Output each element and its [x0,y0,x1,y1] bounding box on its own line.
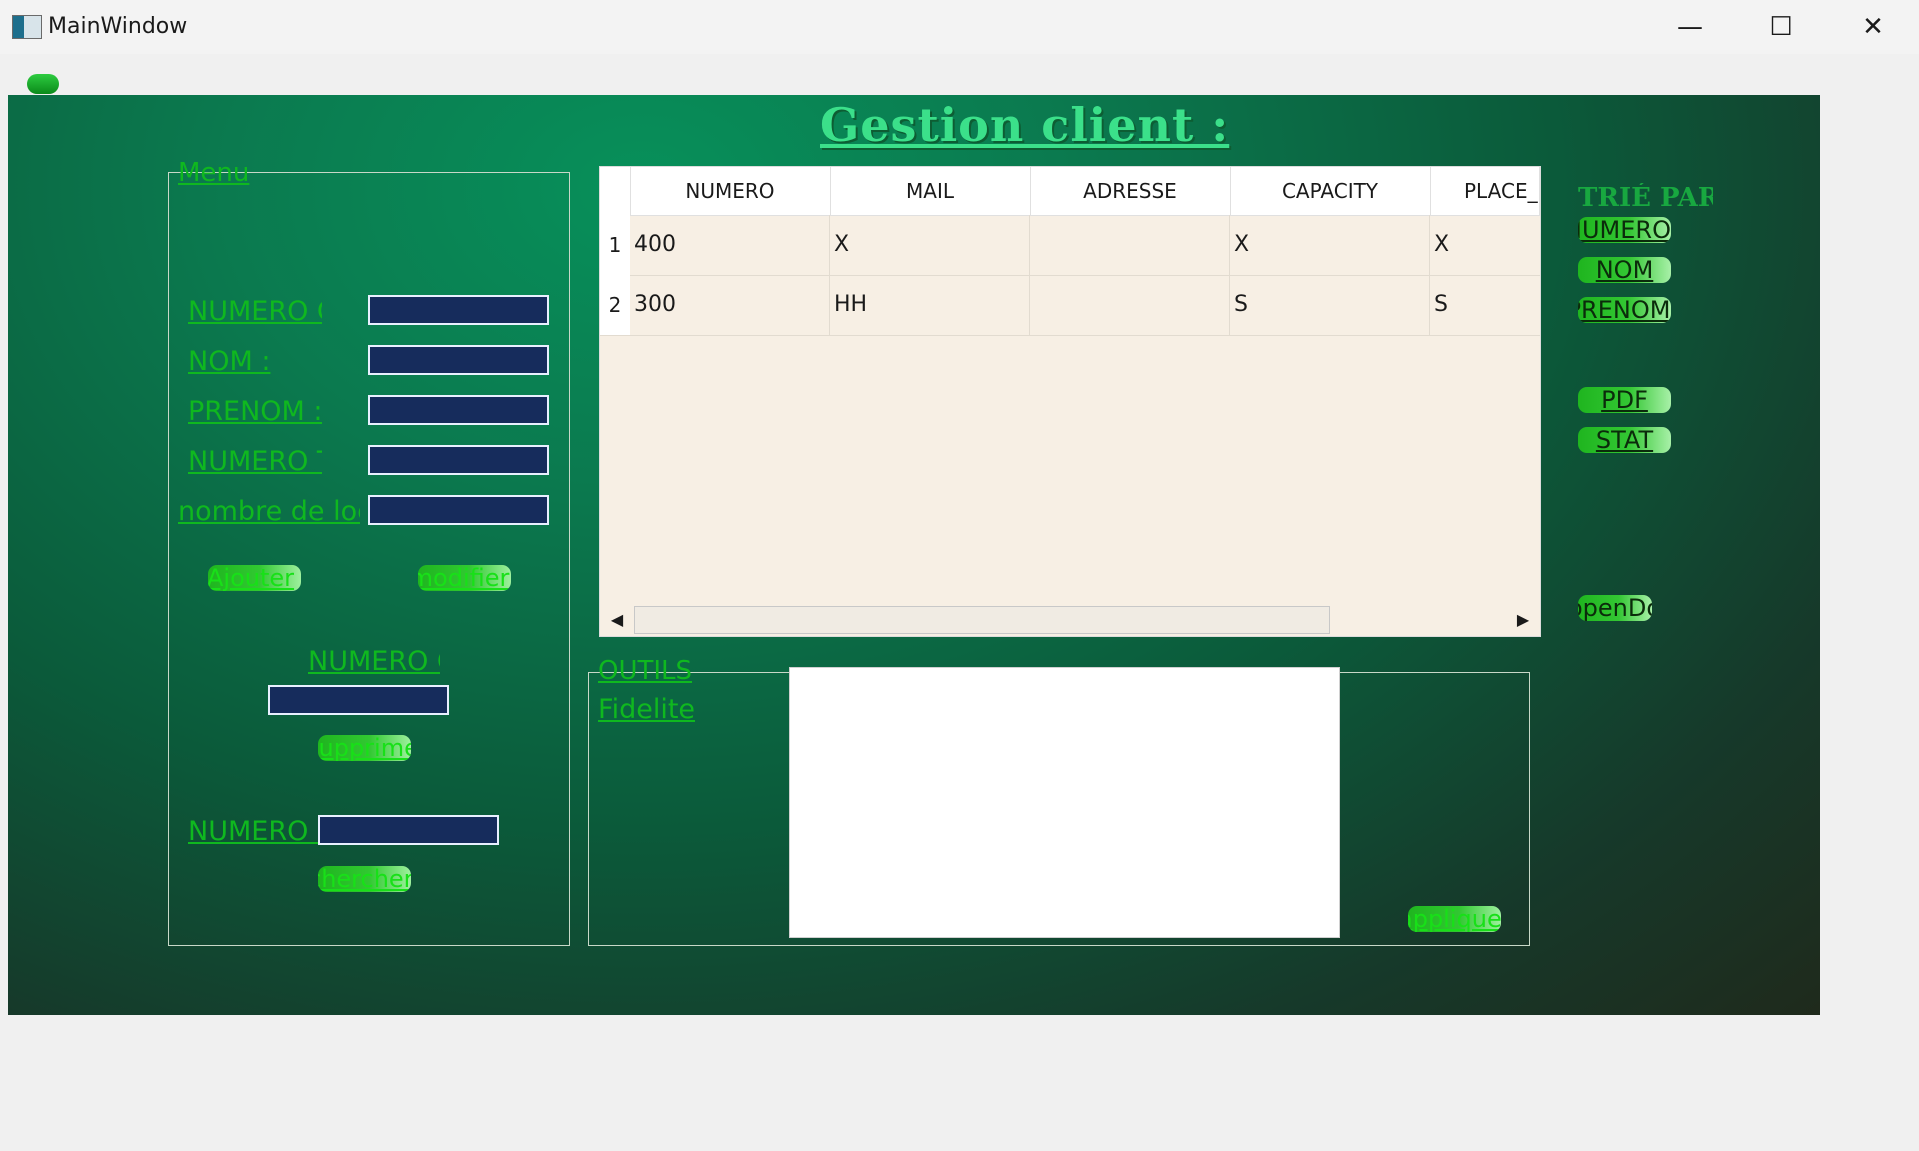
row-header[interactable]: 2 [600,275,630,335]
stat-button[interactable]: STAT [1578,427,1671,453]
ajouter-button[interactable]: Ajouter [208,565,301,591]
table-cell[interactable]: S [1230,275,1430,335]
table-cell[interactable] [1030,275,1230,335]
numero-client-input[interactable] [368,295,549,325]
table-cell[interactable]: 300 [630,275,830,335]
window-titlebar: MainWindow — ☐ ✕ [0,0,1919,54]
sort-title: TRIÉ PAR [1578,183,1713,213]
window-title: MainWindow [48,14,188,39]
appliquer-button[interactable]: appliquer [1408,906,1501,932]
table-cell[interactable] [1030,215,1230,275]
menu-group-legend: Menu [178,158,250,188]
search-numero-input[interactable] [318,815,499,845]
delete-numero-label: NUMERO C [308,646,440,677]
table-row[interactable]: 2 300 HH S S [600,275,1540,336]
table-cell[interactable]: X [1430,215,1540,275]
table-cell[interactable]: X [1230,215,1430,275]
opendoc-button[interactable]: openDoc [1578,595,1652,621]
nombre-location-label: nombre de loc [178,496,360,527]
delete-numero-input[interactable] [268,685,449,715]
sort-nom-button[interactable]: NOM [1578,257,1671,283]
prenom-label: PRENOM : [188,396,322,427]
row-header[interactable]: 1 [600,215,630,275]
column-header[interactable]: NUMERO [630,167,831,215]
scroll-thumb[interactable] [634,606,1330,634]
outils-group-legend: OUTILS [598,656,693,686]
table-cell[interactable]: S [1430,275,1540,335]
outils-text-area[interactable] [789,667,1340,938]
scroll-left-icon[interactable]: ◀ [602,604,632,636]
table-row[interactable]: 1 400 X X X [600,215,1540,276]
prenom-input[interactable] [368,395,549,425]
numero-tel-label: NUMERO T [188,446,322,477]
table-cell[interactable]: 400 [630,215,830,275]
scroll-right-icon[interactable]: ▶ [1508,604,1538,636]
modifier-button[interactable]: modifier [418,565,511,591]
fidelite-label[interactable]: Fidelite [598,694,695,725]
clients-table[interactable]: NUMERO MAIL ADRESSE CAPACITY PLACE_I 1 4… [599,166,1541,637]
chercher-button[interactable]: chercher [318,866,411,892]
pdf-button[interactable]: PDF [1578,387,1671,413]
table-corner [600,167,631,215]
nom-input[interactable] [368,345,549,375]
horizontal-scrollbar[interactable]: ◀ ▶ [600,604,1540,636]
numero-tel-input[interactable] [368,445,549,475]
numero-client-label: NUMERO C [188,296,322,327]
column-header[interactable]: PLACE_I [1430,167,1540,215]
column-header[interactable]: ADRESSE [1030,167,1231,215]
column-header[interactable]: MAIL [830,167,1031,215]
menubar-pill-button[interactable] [27,74,59,94]
column-header[interactable]: CAPACITY [1230,167,1431,215]
page-title: Gestion client : [820,98,1230,152]
table-header: NUMERO MAIL ADRESSE CAPACITY PLACE_I [600,167,1540,216]
sort-numero-button[interactable]: NUMERO C [1578,217,1671,243]
supprimer-button[interactable]: supprimer [318,735,411,761]
maximize-button[interactable]: ☐ [1751,8,1811,46]
table-cell[interactable]: X [830,215,1030,275]
minimize-button[interactable]: — [1660,8,1720,46]
app-icon [12,15,42,39]
nombre-location-input[interactable] [368,495,549,525]
table-cell[interactable]: HH [830,275,1030,335]
sort-prenom-button[interactable]: PRENOM [1578,297,1671,323]
nom-label: NOM : [188,346,271,377]
close-button[interactable]: ✕ [1843,8,1903,46]
search-numero-label: NUMERO C [188,816,318,847]
